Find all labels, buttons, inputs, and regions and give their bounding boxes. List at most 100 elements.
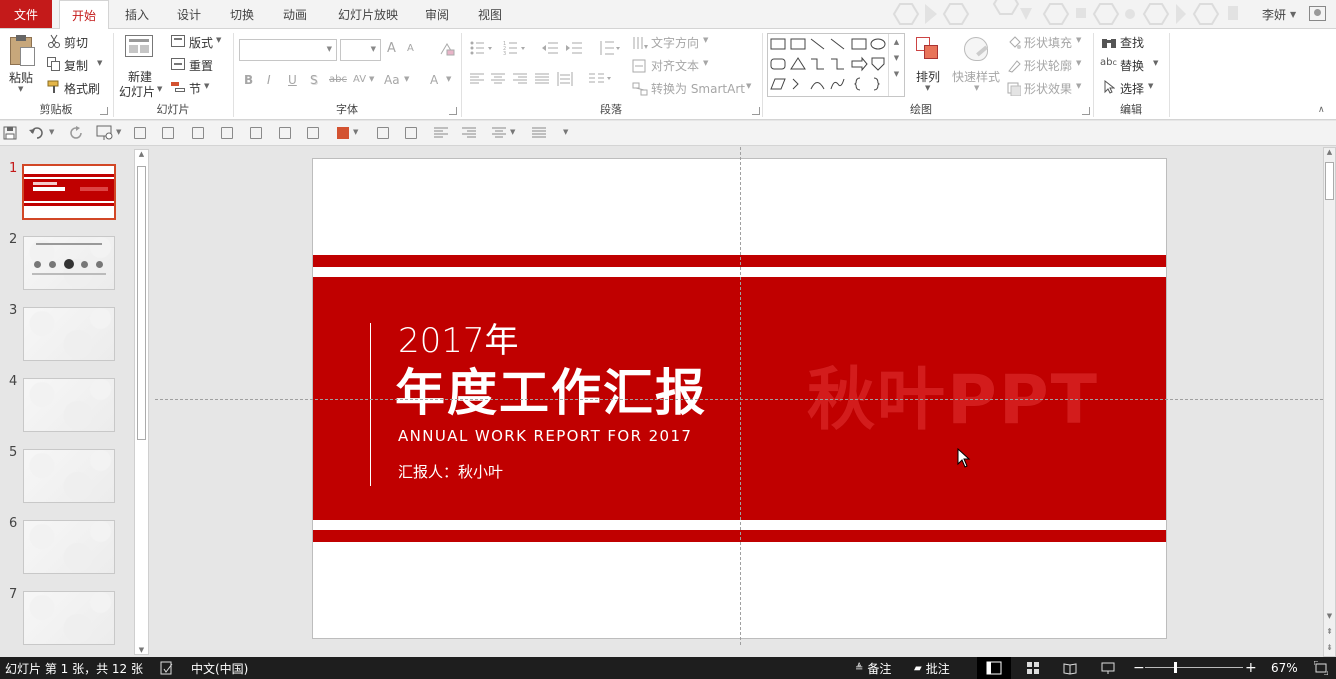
change-case-button[interactable]: Aa: [384, 73, 400, 87]
character-spacing-dropdown-icon[interactable]: ▼: [369, 75, 374, 83]
shape-outline-dropdown-icon[interactable]: ▼: [1076, 59, 1081, 67]
align-center-objects-icon[interactable]: [192, 127, 204, 139]
slide-reporter[interactable]: 汇报人：秋小叶: [398, 461, 503, 482]
reset-button[interactable]: 重置: [189, 57, 213, 74]
slide-subtitle[interactable]: ANNUAL WORK REPORT FOR 2017: [398, 427, 692, 445]
quick-styles-button[interactable]: 快速样式: [952, 68, 1000, 85]
arrange-dropdown-icon[interactable]: ▼: [925, 84, 930, 92]
gallery-up-icon[interactable]: ▲: [889, 38, 904, 46]
tab-transitions[interactable]: 切换: [221, 0, 263, 28]
align-left-objects-icon[interactable]: [250, 127, 262, 139]
align-right-icon[interactable]: [513, 73, 527, 85]
shapes-gallery[interactable]: ▲ ▼ ▼: [767, 33, 905, 97]
language-indicator[interactable]: 中文(中国): [191, 657, 248, 679]
thumbnail-scrollbar[interactable]: ▲ ▼: [134, 149, 149, 655]
tab-file[interactable]: 文件: [0, 0, 52, 28]
slide-scrollbar[interactable]: ▲ ▼ ⇞ ⇟: [1323, 147, 1336, 657]
shrink-font-button[interactable]: A: [407, 43, 414, 54]
select-button[interactable]: 选择: [1120, 80, 1144, 97]
replace-button[interactable]: 替换: [1120, 57, 1144, 74]
shape-order-dropdown-icon[interactable]: ▼: [353, 128, 358, 136]
tab-home[interactable]: 开始: [59, 0, 109, 29]
slideshow-view-button[interactable]: [1101, 657, 1115, 679]
font-color-button[interactable]: A: [430, 73, 438, 87]
layout-dropdown-icon[interactable]: ▼: [216, 36, 221, 44]
new-slide-icon[interactable]: [125, 35, 155, 61]
format-painter-button[interactable]: 格式刷: [64, 80, 100, 97]
slideshow-dropdown-icon[interactable]: ▼: [116, 128, 121, 136]
shape-outline-button[interactable]: 形状轮廓: [1024, 57, 1072, 74]
slide-year[interactable]: 2017年: [398, 322, 519, 360]
shape-fill-dropdown-icon[interactable]: ▼: [1076, 36, 1081, 44]
columns-icon[interactable]: [589, 72, 613, 86]
gallery-down-icon[interactable]: ▼: [889, 54, 904, 62]
qat-align-right-icon[interactable]: [462, 127, 476, 139]
align-middle-icon[interactable]: [221, 127, 233, 139]
slide-thumbnail-6[interactable]: [23, 520, 115, 574]
align-center-icon[interactable]: [491, 73, 505, 85]
notes-toggle[interactable]: ≜ 备注: [855, 657, 891, 679]
shape-effects-button[interactable]: 形状效果: [1024, 80, 1072, 97]
select-dropdown-icon[interactable]: ▼: [1148, 82, 1153, 90]
text-direction-dropdown-icon[interactable]: ▼: [703, 36, 708, 44]
redo-icon[interactable]: [70, 126, 84, 140]
align-bottom-icon[interactable]: [162, 127, 174, 139]
quick-styles-dropdown-icon[interactable]: ▼: [974, 84, 979, 92]
align-top-icon[interactable]: [134, 127, 146, 139]
cut-button[interactable]: 剪切: [64, 34, 88, 51]
slide-thumbnail-4[interactable]: [23, 378, 115, 432]
underline-button[interactable]: U: [288, 73, 297, 87]
drawing-launcher-icon[interactable]: [1082, 107, 1090, 115]
text-direction-button[interactable]: 文字方向: [651, 34, 699, 51]
fit-slide-button[interactable]: [1314, 657, 1328, 679]
bold-button[interactable]: B: [244, 73, 253, 87]
shape-effects-dropdown-icon[interactable]: ▼: [1076, 82, 1081, 90]
smartart-dropdown-icon[interactable]: ▼: [746, 82, 751, 90]
arrange-button[interactable]: 排列: [916, 68, 940, 85]
numbering-icon[interactable]: 123: [503, 41, 527, 57]
paragraph-launcher-icon[interactable]: [752, 107, 760, 115]
align-left-icon[interactable]: [470, 73, 484, 85]
convert-smartart-button[interactable]: 转换为 SmartArt: [651, 80, 745, 97]
distributed-icon[interactable]: [557, 72, 573, 86]
tab-animations[interactable]: 动画: [274, 0, 316, 28]
font-color-dropdown-icon[interactable]: ▼: [446, 75, 451, 83]
qat-align-left-icon[interactable]: [434, 127, 448, 139]
decrease-indent-icon[interactable]: [542, 41, 558, 55]
slide-scroll-up-icon[interactable]: ▲: [1324, 148, 1335, 156]
font-size-combobox[interactable]: ▼: [340, 39, 381, 61]
qat-justify-icon[interactable]: [532, 127, 546, 139]
italic-button[interactable]: I: [267, 73, 271, 87]
text-shadow-button[interactable]: S: [310, 73, 318, 87]
section-button[interactable]: 节: [189, 80, 201, 97]
tab-insert[interactable]: 插入: [116, 0, 158, 28]
slide-sorter-button[interactable]: [1026, 657, 1040, 679]
save-icon[interactable]: [3, 126, 17, 140]
new-slide-dropdown-icon[interactable]: ▼: [157, 85, 162, 93]
qat-align-dropdown-icon[interactable]: ▼: [510, 128, 515, 136]
slide-thumbnail-7[interactable]: [23, 591, 115, 645]
user-account[interactable]: 李妍 ▼: [1262, 0, 1296, 28]
ungroup-objects-icon[interactable]: [405, 127, 417, 139]
shape-fill-button[interactable]: 形状填充: [1024, 34, 1072, 51]
tab-design[interactable]: 设计: [168, 0, 210, 28]
zoom-slider-track[interactable]: [1145, 667, 1243, 668]
gallery-more-icon[interactable]: ▼: [889, 70, 904, 78]
thumbnail-scroll-down-icon[interactable]: ▼: [135, 646, 148, 654]
align-text-button[interactable]: 对齐文本: [651, 57, 699, 74]
group-objects-icon[interactable]: [377, 127, 389, 139]
zoom-level[interactable]: 67%: [1271, 657, 1298, 679]
quick-styles-icon[interactable]: [962, 35, 992, 63]
font-name-combobox[interactable]: ▼: [239, 39, 337, 61]
start-slideshow-icon[interactable]: [96, 125, 114, 141]
distribute-icon[interactable]: [307, 127, 319, 139]
shape-order-icon[interactable]: [337, 127, 349, 139]
paste-button[interactable]: 粘贴: [9, 69, 33, 86]
tab-slideshow[interactable]: 幻灯片放映: [332, 0, 404, 28]
paste-icon[interactable]: [8, 35, 36, 67]
increase-indent-icon[interactable]: [566, 41, 582, 55]
copy-dropdown-icon[interactable]: ▼: [97, 59, 102, 67]
reading-view-button[interactable]: [1063, 657, 1077, 679]
slide-thumbnail-2[interactable]: [23, 236, 115, 290]
thumbnail-scroll-thumb[interactable]: [137, 166, 146, 440]
